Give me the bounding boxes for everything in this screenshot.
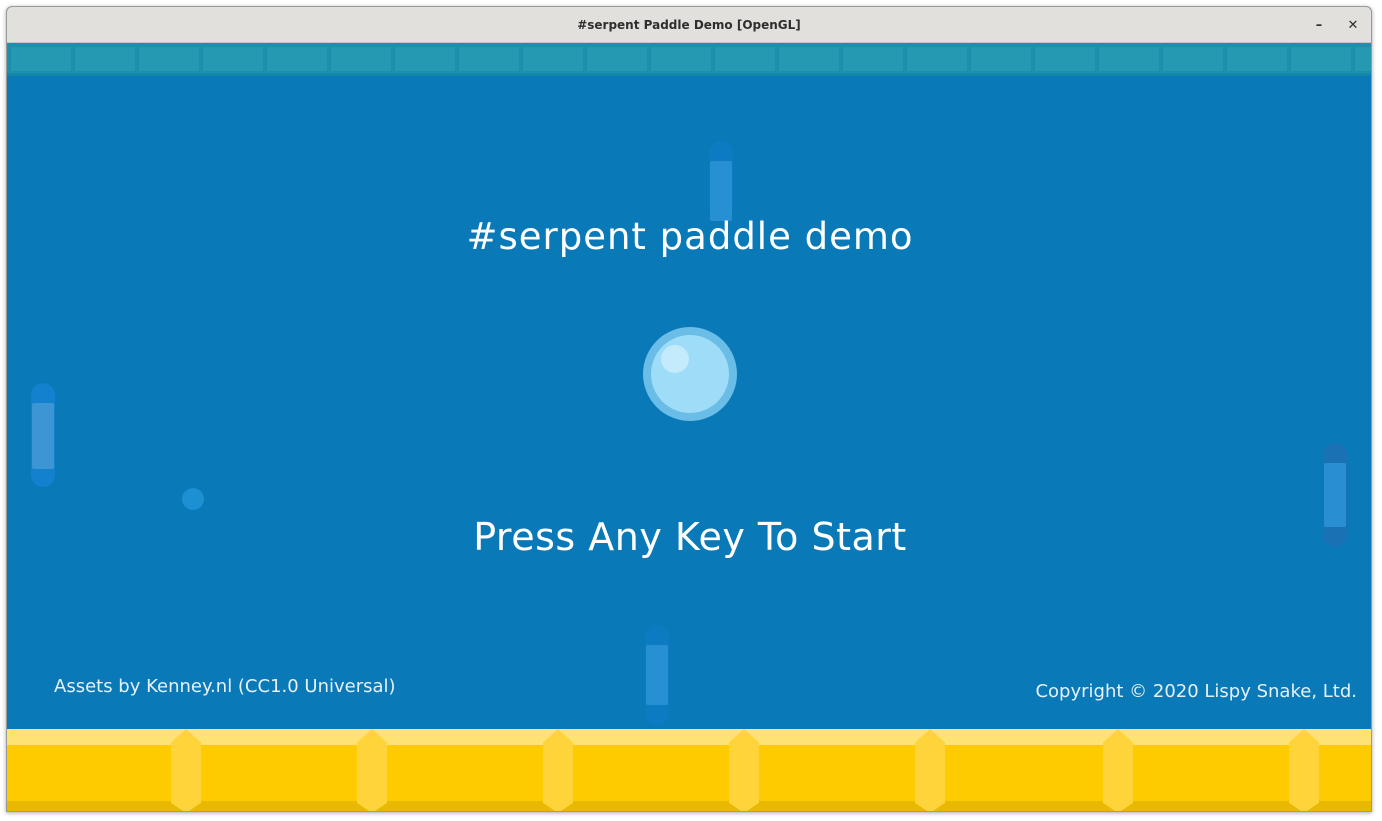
wall-brick <box>650 46 712 72</box>
wall-brick <box>1354 46 1371 72</box>
wall-brick <box>1290 46 1352 72</box>
wall-brick <box>138 46 200 72</box>
top-wall <box>7 43 1371 76</box>
paddle-left <box>31 383 55 487</box>
floor-post <box>915 729 945 811</box>
ball <box>643 327 737 421</box>
floor-post <box>1289 729 1319 811</box>
paddle-bottom <box>645 625 669 725</box>
wall-brick <box>714 46 776 72</box>
floor-post <box>729 729 759 811</box>
wall-brick <box>458 46 520 72</box>
wall-brick <box>10 46 72 72</box>
floor-post <box>171 729 201 811</box>
wall-brick <box>202 46 264 72</box>
close-button[interactable]: ✕ <box>1343 15 1363 35</box>
wall-brick <box>74 46 136 72</box>
wall-brick <box>586 46 648 72</box>
title-bar[interactable]: #serpent Paddle Demo [OpenGL] – ✕ <box>7 7 1371 43</box>
wall-brick <box>1162 46 1224 72</box>
wall-brick <box>970 46 1032 72</box>
window-title: #serpent Paddle Demo [OpenGL] <box>577 17 801 32</box>
wall-brick <box>330 46 392 72</box>
wall-brick <box>842 46 904 72</box>
app-window: #serpent Paddle Demo [OpenGL] – ✕ #serpe… <box>6 6 1372 812</box>
start-prompt: Press Any Key To Start <box>473 515 907 559</box>
game-canvas[interactable]: #serpent paddle demo Press Any Key To St… <box>7 43 1371 811</box>
wall-brick <box>522 46 584 72</box>
minimize-button[interactable]: – <box>1309 15 1329 35</box>
floor-post <box>1103 729 1133 811</box>
small-ball <box>182 488 204 510</box>
floor <box>7 729 1371 811</box>
wall-brick <box>1034 46 1096 72</box>
wall-brick <box>394 46 456 72</box>
floor-post <box>357 729 387 811</box>
assets-credit: Assets by Kenney.nl (CC1.0 Universal) <box>54 676 396 697</box>
wall-brick <box>906 46 968 72</box>
wall-brick <box>1226 46 1288 72</box>
wall-brick <box>1098 46 1160 72</box>
game-title: #serpent paddle demo <box>466 215 914 258</box>
wall-brick <box>778 46 840 72</box>
paddle-top <box>709 141 733 221</box>
copyright-notice: Copyright © 2020 Lispy Snake, Ltd. <box>1035 681 1357 702</box>
floor-post <box>543 729 573 811</box>
wall-brick <box>266 46 328 72</box>
